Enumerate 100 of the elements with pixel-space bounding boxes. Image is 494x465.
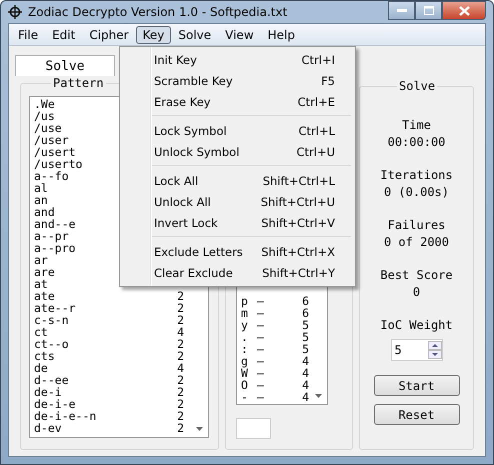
- pattern-text: and: [34, 206, 55, 218]
- window-title: Zodiac Decrypto Version 1.0 - Softpedia.txt: [28, 5, 288, 19]
- menu-entry[interactable]: Exclude Letters Shift+Ctrl+X: [122, 241, 353, 262]
- pattern-text: al: [34, 182, 48, 194]
- menu-item[interactable]: Solve: [171, 26, 218, 44]
- pattern-text: cts: [34, 350, 55, 362]
- count-text: 2: [177, 386, 184, 398]
- menu-entry[interactable]: Scramble Key F5: [122, 70, 353, 91]
- count-text: 4: [177, 326, 184, 338]
- count-text: 4: [301, 391, 309, 403]
- count-text: 4: [301, 367, 309, 379]
- count-text: 6: [301, 307, 309, 319]
- count-text: 2: [177, 410, 184, 422]
- pattern-text: de-i: [34, 386, 62, 398]
- pattern-text: d--ee: [34, 374, 69, 386]
- stat-label: Failures: [388, 217, 446, 233]
- pattern-text: and--e: [34, 218, 76, 230]
- menu-entry[interactable]: Lock All Shift+Ctrl+L: [122, 170, 353, 191]
- group-title: Pattern: [51, 76, 106, 90]
- stat-value: 0: [412, 284, 420, 301]
- symbol-text: g: [241, 355, 249, 367]
- pattern-text: /userto: [34, 158, 82, 170]
- menu-item[interactable]: File: [11, 26, 46, 44]
- maximize-button[interactable]: [415, 1, 442, 20]
- pattern-text: are: [34, 266, 55, 278]
- letter-text: –: [257, 319, 265, 331]
- menu-entry[interactable]: Init Key Ctrl+I: [122, 49, 353, 70]
- letter-text: –: [257, 379, 265, 391]
- symbol-text: O: [241, 379, 249, 391]
- pattern-text: de-i-e--n: [34, 410, 96, 422]
- tab[interactable]: Solve: [15, 55, 115, 76]
- action-button[interactable]: Reset: [374, 404, 460, 425]
- pattern-text: ct: [34, 326, 48, 338]
- input-field[interactable]: [236, 418, 271, 439]
- menu-entry[interactable]: Clear Exclude Shift+Ctrl+Y: [122, 262, 353, 283]
- pattern-text: /use: [34, 122, 62, 134]
- count-text: 5: [301, 319, 309, 331]
- pattern-text: a--fo: [34, 170, 69, 182]
- pattern-text: ct--o: [34, 338, 69, 350]
- number-spinner[interactable]: 5: [390, 339, 442, 361]
- maximize-icon: [424, 6, 434, 15]
- minimize-icon: [396, 8, 406, 12]
- menu-item[interactable]: Help: [260, 26, 302, 44]
- stat-label: Iterations: [380, 167, 453, 183]
- menu-item[interactable]: Edit: [45, 26, 82, 44]
- count-text: 5: [301, 331, 309, 343]
- spin-down-icon[interactable]: [428, 350, 442, 359]
- symbol-text: -: [241, 391, 249, 403]
- pattern-text: at: [34, 278, 48, 290]
- pattern-text: de-i-e: [34, 398, 76, 410]
- count-text: 4: [301, 355, 309, 367]
- menu-item[interactable]: Cipher: [82, 26, 136, 44]
- stat-value: 0 of 2000: [384, 234, 450, 251]
- menu-entry[interactable]: Unlock Symbol Ctrl+U: [122, 141, 353, 162]
- menu-entry[interactable]: Unlock All Shift+Ctrl+U: [122, 191, 353, 212]
- close-icon: [458, 6, 470, 16]
- pattern-text: d-ev: [34, 422, 62, 434]
- menu-entry[interactable]: Lock Symbol Ctrl+L: [122, 120, 353, 141]
- symbol-text: p: [241, 295, 249, 307]
- stat-label: Best Score: [380, 267, 453, 283]
- stat-label: Time: [402, 117, 431, 133]
- letter-text: –: [257, 391, 265, 403]
- count-text: 2: [177, 314, 184, 326]
- letter-text: –: [257, 367, 265, 379]
- count-text: 2: [177, 374, 184, 386]
- pattern-text: /user: [34, 134, 69, 146]
- menu-item[interactable]: Key: [136, 26, 172, 44]
- spin-up-icon[interactable]: [428, 341, 442, 350]
- count-text: 2: [177, 422, 184, 434]
- pattern-text: ate--r: [34, 302, 76, 314]
- count-text: 4: [301, 379, 309, 391]
- crosshair-icon: [8, 5, 22, 19]
- letter-text: –: [257, 331, 265, 343]
- scroll-down-icon[interactable]: [315, 394, 322, 398]
- letter-text: –: [257, 343, 265, 355]
- menu-item[interactable]: View: [218, 26, 261, 44]
- count-text: 2: [177, 338, 184, 350]
- symbol-text: .: [241, 331, 249, 343]
- symbol-text: y: [241, 319, 249, 331]
- menu-entry[interactable]: Erase Key Ctrl+E: [122, 91, 353, 112]
- pattern-text: a--pr: [34, 230, 69, 242]
- pattern-text: de: [34, 362, 48, 374]
- letter-text: –: [257, 355, 265, 367]
- count-text: 2: [177, 398, 184, 410]
- ioc-weight-label: IoC Weight: [380, 317, 453, 333]
- letter-text: –: [257, 307, 265, 319]
- minimize-button[interactable]: [388, 1, 415, 20]
- pattern-text: .We: [34, 98, 55, 110]
- count-text: 2: [177, 290, 184, 302]
- pattern-text: c-s-n: [34, 314, 69, 326]
- stat-value: 00:00:00: [388, 134, 446, 151]
- action-button[interactable]: Start: [374, 375, 460, 396]
- symbol-text: :: [241, 343, 249, 355]
- group-title: Solve: [397, 79, 438, 93]
- symbol-text: m: [241, 307, 249, 319]
- scroll-down-icon[interactable]: [196, 427, 203, 431]
- letter-text: –: [257, 295, 265, 307]
- symbol-text: W: [241, 367, 249, 379]
- menu-entry[interactable]: Invert Lock Shift+Ctrl+V: [122, 212, 353, 233]
- close-button[interactable]: [442, 1, 486, 20]
